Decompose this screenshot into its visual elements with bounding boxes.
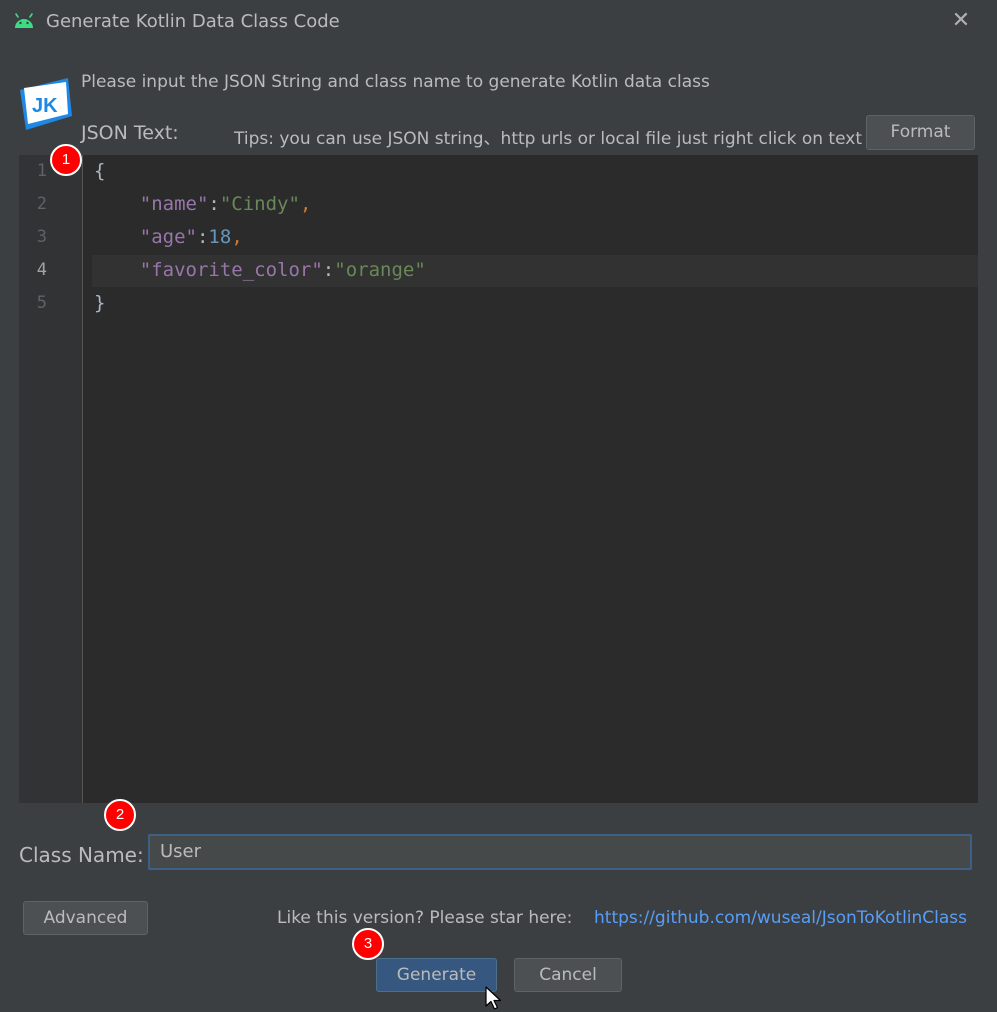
annotation-badge-1: 1: [50, 144, 82, 176]
code-token: 18: [208, 226, 232, 248]
code-token: :: [322, 259, 335, 281]
json-editor[interactable]: 12345 { "name":"Cindy", "age":18, "favor…: [19, 155, 978, 803]
code-token: }: [94, 292, 106, 314]
code-token: :: [208, 193, 220, 215]
json-text-label: JSON Text:: [81, 122, 179, 144]
code-token: {: [94, 160, 106, 182]
cancel-button[interactable]: Cancel: [514, 958, 622, 992]
code-token: "Cindy": [219, 193, 300, 215]
generate-button[interactable]: Generate: [376, 958, 497, 992]
jk-logo-icon: JK: [20, 78, 72, 130]
title-bar: Generate Kotlin Data Class Code ✕: [0, 0, 997, 44]
line-number: 1: [36, 161, 47, 181]
format-button[interactable]: Format: [866, 115, 975, 150]
code-token: "name": [139, 193, 209, 215]
instruction-text: Please input the JSON String and class n…: [81, 72, 710, 92]
star-prompt-text: Like this version? Please star here:: [277, 908, 573, 928]
code-token: ,: [299, 193, 312, 215]
annotation-badge-2: 2: [104, 799, 136, 831]
code-token: :: [196, 226, 209, 248]
json-tips-text: Tips: you can use JSON string、http urls …: [234, 129, 906, 149]
advanced-button[interactable]: Advanced: [23, 901, 148, 935]
code-line: }: [94, 292, 105, 314]
code-token: "orange": [334, 259, 426, 281]
mouse-cursor-icon: [485, 986, 502, 1010]
code-token: ,: [231, 226, 243, 248]
logo-text: JK: [32, 95, 58, 117]
code-line: "favorite_color":"orange": [94, 259, 426, 281]
line-number: 3: [36, 227, 47, 247]
class-name-label: Class Name:: [19, 843, 144, 867]
code-token: "age": [139, 226, 197, 248]
close-icon[interactable]: ✕: [948, 8, 974, 34]
code-token: "favorite_color": [139, 259, 323, 281]
line-number: 4: [36, 260, 47, 280]
line-number-gutter: 1 2 3 4 5: [19, 155, 83, 803]
code-line: "age":18,: [94, 226, 243, 248]
android-icon: [15, 13, 33, 28]
line-number: 5: [36, 293, 47, 313]
code-line: "name":"Cindy",: [94, 193, 312, 215]
line-number: 2: [36, 194, 47, 214]
class-name-input[interactable]: User: [148, 834, 972, 870]
github-link[interactable]: https://github.com/wuseal/JsonToKotlinCl…: [594, 908, 967, 928]
code-line: {: [94, 160, 105, 182]
dialog-title: Generate Kotlin Data Class Code: [46, 11, 340, 32]
annotation-badge-3: 3: [352, 928, 384, 960]
